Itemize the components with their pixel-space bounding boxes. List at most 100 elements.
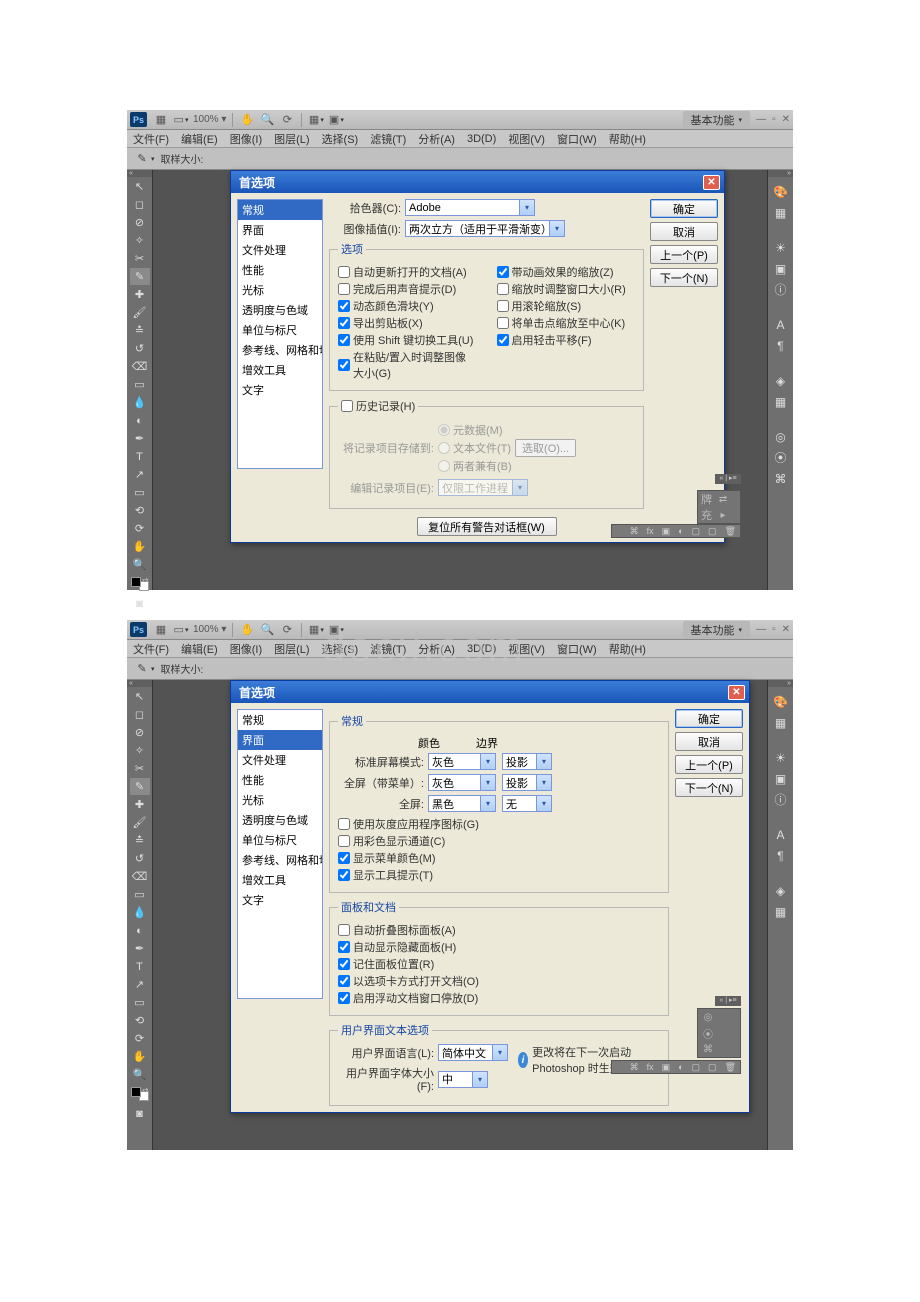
prev-button[interactable]: 上一个(P) — [650, 245, 718, 264]
zoom-indicator[interactable]: 100% ▾ — [193, 114, 226, 125]
option-checkbox[interactable]: 导出剪贴板(X) — [338, 315, 477, 331]
cancel-button[interactable]: 取消 — [650, 222, 718, 241]
folder-icon[interactable]: ▢ — [692, 526, 701, 537]
quickmask-icon[interactable]: ◙ — [130, 1105, 150, 1122]
option-checkbox[interactable]: 记住面板位置(R) — [338, 956, 660, 972]
menu-3d[interactable]: 3D(D) — [467, 643, 496, 655]
healing-tool-icon[interactable]: ✚ — [130, 796, 150, 813]
category-item[interactable]: 透明度与色域 — [238, 810, 322, 830]
eyedropper-tool-icon[interactable]: ✎ — [130, 268, 150, 285]
eyedropper-icon[interactable]: ✎ — [133, 150, 151, 168]
option-checkbox[interactable]: 动态颜色滑块(Y) — [338, 298, 477, 314]
eyedropper-tool-icon[interactable]: ✎ — [130, 778, 150, 795]
option-checkbox[interactable]: 用滚轮缩放(S) — [497, 298, 636, 314]
option-checkbox[interactable]: 使用 Shift 键切换工具(U) — [338, 332, 477, 348]
3d-rotate-icon[interactable]: ⟲ — [130, 1012, 150, 1029]
new-icon[interactable]: ▢ — [708, 1062, 717, 1073]
stamp-tool-icon[interactable]: ≛ — [130, 322, 150, 339]
category-list[interactable]: 常规界面文件处理性能光标透明度与色域单位与标尺参考线、网格和切片增效工具文字 — [237, 709, 323, 999]
close-icon[interactable]: ✕ — [782, 624, 790, 635]
crop-tool-icon[interactable]: ✂ — [130, 250, 150, 267]
option-checkbox[interactable]: 启用浮动文档窗口停放(D) — [338, 990, 660, 1006]
quickmask-icon[interactable]: ◙ — [130, 595, 150, 612]
circle-icon[interactable]: ⦿ — [701, 1026, 715, 1041]
collapse-icon[interactable]: « — [127, 170, 152, 177]
lasso-tool-icon[interactable]: ⊘ — [130, 724, 150, 741]
hand-icon[interactable]: ✋ — [239, 622, 255, 638]
history-brush-icon[interactable]: ↺ — [130, 340, 150, 357]
menu-window[interactable]: 窗口(W) — [557, 641, 597, 657]
prev-button[interactable]: 上一个(P) — [675, 755, 743, 774]
link-icon[interactable]: ⌘ — [630, 526, 639, 537]
zoom-tool-icon[interactable]: 🔍 — [130, 1066, 150, 1083]
wand-tool-icon[interactable]: ✧ — [130, 742, 150, 759]
move-tool-icon[interactable]: ↖ — [130, 178, 150, 195]
brush-tool-icon[interactable]: 🖌 — [130, 814, 150, 831]
swatches-panel-icon[interactable]: ▦ — [771, 203, 791, 222]
histogram-panel-icon[interactable]: ⦿ — [771, 448, 791, 467]
paragraph-panel-icon[interactable]: ¶ — [771, 846, 791, 865]
category-item[interactable]: 参考线、网格和切片 — [238, 850, 322, 870]
wand-tool-icon[interactable]: ✧ — [130, 232, 150, 249]
3d-orbit-icon[interactable]: ⟳ — [130, 520, 150, 537]
trash-icon[interactable]: 🗑 — [725, 526, 736, 537]
history-log-checkbox[interactable]: 历史记录(H) — [341, 398, 415, 414]
color-picker-select[interactable]: Adobe▾ — [405, 199, 535, 216]
zoom-icon[interactable]: 🔍 — [259, 112, 275, 128]
character-panel-icon[interactable]: A — [771, 315, 791, 334]
layout-icon[interactable]: ▭ — [173, 622, 189, 638]
adjustments-panel-icon[interactable]: ☀ — [771, 238, 791, 257]
eyedropper-icon[interactable]: ✎ — [133, 660, 151, 678]
ok-button[interactable]: 确定 — [675, 709, 743, 728]
option-checkbox[interactable]: 自动折叠图标面板(A) — [338, 922, 660, 938]
option-checkbox[interactable]: 以选项卡方式打开文档(O) — [338, 973, 660, 989]
dodge-tool-icon[interactable]: ◐ — [130, 412, 150, 429]
stamp-tool-icon[interactable]: ≛ — [130, 832, 150, 849]
menu-image[interactable]: 图像(I) — [230, 131, 262, 147]
hand-icon[interactable]: ✋ — [239, 112, 255, 128]
eraser-tool-icon[interactable]: ⌫ — [130, 358, 150, 375]
collapse-icon[interactable]: » — [768, 170, 793, 177]
category-item[interactable]: 增效工具 — [238, 360, 322, 380]
type-tool-icon[interactable]: T — [130, 958, 150, 975]
new-icon[interactable]: ▢ — [708, 526, 717, 537]
3d-rotate-icon[interactable]: ⟲ — [130, 502, 150, 519]
pen-tool-icon[interactable]: ✒ — [130, 940, 150, 957]
move-tool-icon[interactable]: ↖ — [130, 688, 150, 705]
menu-3d[interactable]: 3D(D) — [467, 133, 496, 145]
screen-mode-icon[interactable]: ▣ — [328, 112, 344, 128]
category-item[interactable]: 增效工具 — [238, 870, 322, 890]
arrange-icon[interactable]: ▦ — [308, 112, 324, 128]
swap-icon[interactable]: ◎ — [701, 1012, 715, 1023]
menu-edit[interactable]: 编辑(E) — [181, 641, 218, 657]
category-item[interactable]: 文字 — [238, 380, 322, 400]
next-button[interactable]: 下一个(N) — [650, 268, 718, 287]
menu-image[interactable]: 图像(I) — [230, 641, 262, 657]
3d-orbit-icon[interactable]: ⟳ — [130, 1030, 150, 1047]
category-item[interactable]: 常规 — [238, 200, 322, 220]
shape-tool-icon[interactable]: ▭ — [130, 994, 150, 1011]
paths-panel-icon[interactable]: ⌘ — [771, 469, 791, 488]
folder-icon[interactable]: ▢ — [692, 1062, 701, 1073]
layers-panel-icon[interactable]: ◈ — [771, 881, 791, 900]
category-item[interactable]: 光标 — [238, 790, 322, 810]
menu-analyze[interactable]: 分析(A) — [418, 641, 455, 657]
mask-icon[interactable]: ▣ — [662, 526, 671, 537]
paragraph-panel-icon[interactable]: ¶ — [771, 336, 791, 355]
path-tool-icon[interactable]: ↗ — [130, 976, 150, 993]
option-checkbox[interactable]: 缩放时调整窗口大小(R) — [497, 281, 636, 297]
option-checkbox[interactable]: 带动画效果的缩放(Z) — [497, 264, 636, 280]
mask-icon[interactable]: ▣ — [662, 1062, 671, 1073]
info-panel-icon[interactable]: ⓘ — [771, 280, 791, 299]
menu-analyze[interactable]: 分析(A) — [418, 131, 455, 147]
menu-view[interactable]: 视图(V) — [508, 641, 545, 657]
close-icon[interactable]: ✕ — [728, 685, 745, 700]
zoom-indicator[interactable]: 100% ▾ — [193, 624, 226, 635]
category-item[interactable]: 性能 — [238, 260, 322, 280]
menu-help[interactable]: 帮助(H) — [609, 641, 646, 657]
adjustment-icon[interactable]: ◐ — [678, 1062, 683, 1072]
option-checkbox[interactable]: 显示菜单颜色(M) — [338, 850, 660, 866]
zoom-icon[interactable]: 🔍 — [259, 622, 275, 638]
menu-view[interactable]: 视图(V) — [508, 131, 545, 147]
fx-icon[interactable]: fx — [647, 1062, 654, 1072]
